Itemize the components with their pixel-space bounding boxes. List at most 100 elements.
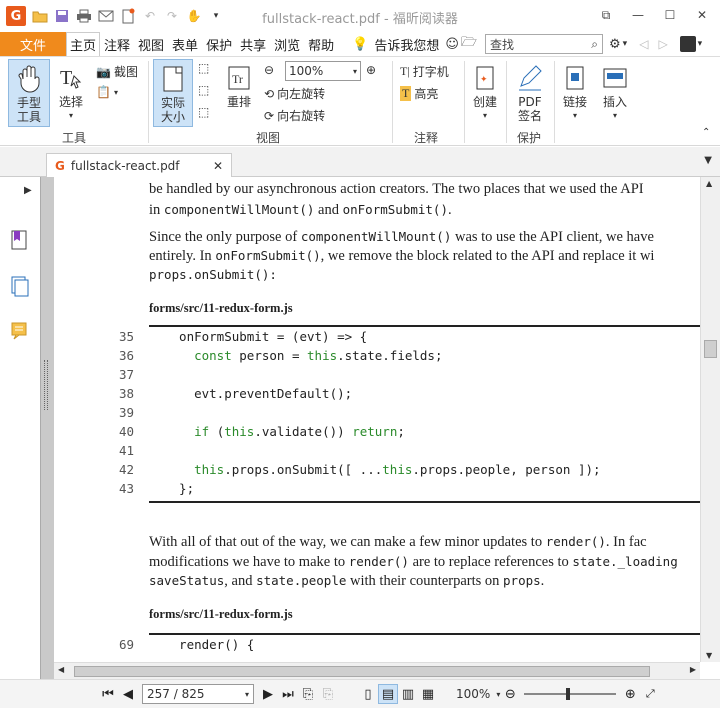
page-number-input[interactable]: 257 / 825 ▾: [142, 684, 254, 704]
tell-me-input[interactable]: 告诉我您想: [370, 32, 443, 56]
forward-arrow-icon[interactable]: ▷: [658, 37, 667, 51]
page-thumbnails-icon[interactable]: [10, 275, 30, 297]
actual-size-button[interactable]: 实际 大小: [153, 59, 193, 127]
email-icon[interactable]: [98, 8, 114, 24]
last-page-icon[interactable]: ⏭: [278, 684, 298, 704]
fit-width-button[interactable]: ⬚: [198, 83, 209, 97]
close-tab-icon[interactable]: ✕: [213, 159, 223, 173]
user-avatar-icon[interactable]: [679, 36, 696, 52]
fit-page-button[interactable]: ⬚: [198, 61, 209, 75]
bookmarks-icon[interactable]: [10, 229, 30, 251]
open-folder-icon[interactable]: [32, 8, 48, 24]
code-keyword: return: [352, 424, 398, 439]
new-document-icon[interactable]: [120, 8, 136, 24]
hand-icon: [14, 64, 44, 94]
zoom-in-button[interactable]: ⊕: [366, 63, 376, 77]
inline-code: state.people: [256, 573, 347, 588]
zoom-out-button[interactable]: ⊖: [264, 63, 274, 77]
fullscreen-icon[interactable]: ⤢: [640, 684, 660, 704]
zoom-out-icon[interactable]: ⊖: [500, 684, 520, 704]
scroll-down-icon[interactable]: ▼: [706, 651, 712, 660]
back-arrow-icon[interactable]: ◁: [639, 37, 648, 51]
create-button[interactable]: ✦ 创建 ▾: [468, 59, 502, 127]
clipboard-button[interactable]: 📋 ▾: [96, 85, 118, 99]
inline-code: saveStatus: [149, 573, 225, 588]
settings-dropdown-icon[interactable]: ▾: [623, 39, 628, 49]
typewriter-button[interactable]: T| 打字机: [400, 63, 449, 80]
rotate-right-button[interactable]: ⟳ 向右旋转: [264, 107, 325, 124]
single-page-icon[interactable]: ▯: [358, 684, 378, 704]
zoom-select[interactable]: 100% ▾: [285, 61, 361, 81]
collapse-ribbon-button[interactable]: ⌃: [702, 127, 710, 138]
maximize-button[interactable]: ☐: [656, 4, 684, 26]
print-icon[interactable]: [76, 8, 92, 24]
previous-view-icon[interactable]: ⎘: [298, 684, 318, 704]
scroll-left-icon[interactable]: ◀: [58, 665, 64, 674]
tab-list-dropdown-icon[interactable]: ▼: [704, 155, 712, 166]
document-view[interactable]: be handled by our asynchronous action cr…: [54, 177, 700, 662]
continuous-facing-icon[interactable]: ▦: [418, 684, 438, 704]
vertical-scrollbar[interactable]: ▲ ▼: [700, 177, 720, 662]
search-input[interactable]: 查找 ⌕: [485, 34, 604, 54]
zoom-slider-thumb[interactable]: [566, 688, 571, 700]
smiley-icon[interactable]: ☺: [445, 37, 459, 52]
vertical-scroll-thumb[interactable]: [704, 340, 717, 358]
previous-page-icon[interactable]: ◀: [118, 684, 138, 704]
insert-button[interactable]: 插入 ▾: [598, 59, 632, 127]
zoom-percentage[interactable]: 100%: [456, 687, 490, 701]
select-button[interactable]: T 选择 ▾: [54, 59, 88, 127]
menu-file[interactable]: 文件: [0, 32, 66, 56]
pdf-sign-button[interactable]: PDF 签名: [510, 59, 550, 127]
folder-search-icon[interactable]: 🗁: [461, 33, 477, 55]
hand-tool-icon[interactable]: ✋: [186, 8, 202, 24]
horizontal-scroll-thumb[interactable]: [74, 666, 650, 677]
menu-form[interactable]: 表单: [168, 32, 202, 56]
hand-tool-button[interactable]: 手型 工具: [8, 59, 50, 127]
code-line: 40 if (this .validate()) return;: [94, 424, 405, 442]
inline-code: onFormSubmit(): [342, 202, 448, 217]
facing-page-icon[interactable]: ▥: [398, 684, 418, 704]
sidebar-splitter[interactable]: [40, 177, 54, 679]
zoom-in-icon[interactable]: ⊕: [620, 684, 640, 704]
highlight-button[interactable]: T 高亮: [400, 85, 438, 102]
redo-icon[interactable]: ↷: [164, 8, 180, 24]
menu-protect[interactable]: 保护: [202, 32, 236, 56]
link-button[interactable]: 链接 ▾: [558, 59, 592, 127]
expand-panel-icon[interactable]: ▶: [24, 185, 32, 196]
continuous-page-icon[interactable]: ▤: [378, 684, 398, 704]
settings-gear-icon[interactable]: ⚙: [609, 37, 621, 52]
horizontal-scrollbar[interactable]: ◀ ▶: [54, 662, 700, 679]
document-tab[interactable]: G fullstack-react.pdf ✕: [46, 153, 232, 177]
restore-layout-icon[interactable]: ⧉: [592, 4, 620, 26]
search-icon[interactable]: ⌕: [591, 37, 598, 52]
scroll-up-icon[interactable]: ▲: [706, 179, 712, 188]
text-run: was to use the API client, we have: [451, 229, 654, 245]
minimize-button[interactable]: —: [624, 4, 652, 26]
first-page-icon[interactable]: ⏮: [98, 684, 118, 704]
typewriter-label: 打字机: [412, 65, 449, 79]
menu-view[interactable]: 视图: [134, 32, 168, 56]
splitter-grip[interactable]: [44, 360, 48, 410]
rotate-left-button[interactable]: ⟲ 向左旋转: [264, 85, 325, 102]
reflow-button[interactable]: Tr 重排: [222, 59, 256, 127]
snapshot-button[interactable]: 📷 截图: [96, 63, 138, 80]
comments-list-icon[interactable]: [10, 321, 30, 343]
user-dropdown-icon[interactable]: ▾: [698, 39, 703, 49]
next-view-icon[interactable]: ⎘: [318, 684, 338, 704]
group-label-protect: 保护: [517, 131, 542, 145]
save-icon[interactable]: [54, 8, 70, 24]
fit-visible-button[interactable]: ⬚: [198, 105, 209, 119]
next-page-icon[interactable]: ▶: [258, 684, 278, 704]
menu-browse[interactable]: 浏览: [270, 32, 304, 56]
app-logo-icon[interactable]: G: [6, 6, 26, 26]
undo-icon[interactable]: ↶: [142, 8, 158, 24]
menu-help[interactable]: 帮助: [304, 32, 338, 56]
menu-comment[interactable]: 注释: [100, 32, 134, 56]
customize-dropdown-icon[interactable]: ▾: [208, 8, 224, 24]
menu-share[interactable]: 共享: [236, 32, 270, 56]
line-number: 42: [118, 462, 134, 477]
scroll-right-icon[interactable]: ▶: [690, 665, 696, 674]
zoom-slider[interactable]: [524, 684, 617, 704]
menu-home[interactable]: 主页: [66, 32, 101, 56]
close-button[interactable]: ✕: [688, 4, 716, 26]
